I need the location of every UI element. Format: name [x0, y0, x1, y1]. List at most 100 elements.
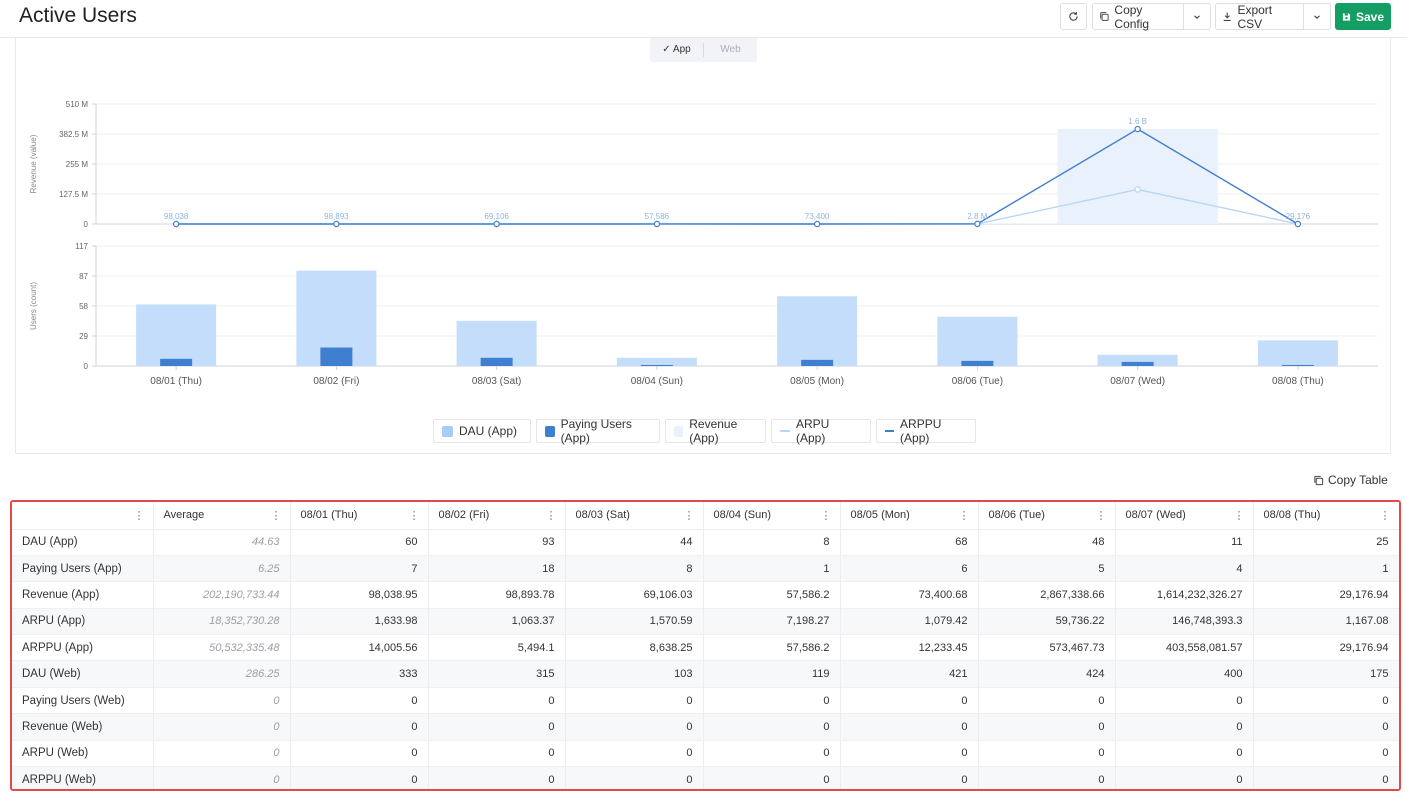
platform-toggle[interactable]: ✓ App Web [650, 38, 757, 62]
column-header-text: 08/05 (Mon) [850, 509, 910, 522]
table-cell: 44 [565, 529, 704, 556]
column-header-date[interactable]: 08/03 (Sat) ⋮ [565, 502, 704, 530]
legend-item-revenue-app[interactable]: Revenue (App) [665, 417, 766, 445]
save-button[interactable]: Save [1335, 3, 1391, 30]
refresh-button[interactable] [1060, 3, 1087, 30]
x-tick-label: 08/06 (Tue) [952, 376, 1003, 387]
column-header-date[interactable]: 08/05 (Mon) ⋮ [840, 502, 979, 530]
copy-table-label: Copy Table [1328, 473, 1388, 487]
table-cell: 4 [1115, 555, 1254, 583]
export-csv-dropdown[interactable] [1303, 3, 1331, 30]
table-cell: 1,063.37 [428, 608, 566, 636]
column-menu-icon[interactable]: ⋮ [684, 509, 695, 522]
arppu-point [493, 220, 500, 228]
column-menu-icon[interactable]: ⋮ [1096, 509, 1107, 522]
column-header-average[interactable]: Average ⋮ [153, 502, 291, 530]
column-header-date[interactable]: 08/02 (Fri) ⋮ [428, 502, 566, 530]
column-header-date[interactable]: 08/08 (Thu) ⋮ [1253, 502, 1399, 530]
legend-item-paying-users-app[interactable]: Paying Users (App) [536, 417, 660, 445]
table-row: DAU (App) 44.63 60 93 44 8 68 48 11 25 [12, 529, 1399, 556]
y-tick-label: 0 [84, 362, 89, 371]
refresh-icon [1069, 12, 1078, 21]
table-row: Revenue (App) 202,190,733.44 98,038.95 98,8… [12, 581, 1399, 609]
data-label: 69,106 [484, 212, 509, 221]
column-menu-icon[interactable]: ⋮ [821, 509, 832, 522]
table-cell: 0 [1253, 687, 1399, 715]
table-row: DAU (Web) 286.25 333 315 103 119 421 424 400 175 [12, 660, 1399, 688]
table-cell: 424 [978, 660, 1116, 688]
table-cell: 0 [978, 740, 1116, 768]
legend-label: ARPU (App) [796, 417, 830, 445]
arppu-point [172, 220, 180, 228]
column-header-date[interactable]: 08/07 (Wed) ⋮ [1115, 502, 1254, 530]
column-header-label[interactable]: ⋮ [12, 502, 154, 530]
column-header-date[interactable]: 08/04 (Sun) ⋮ [703, 502, 841, 530]
arppu-point [1294, 220, 1302, 228]
table-header-row: ⋮ Average ⋮ 08/01 (Thu) ⋮ 08/02 (Fri) ⋮ 08/03 (… [12, 502, 1399, 530]
column-menu-icon[interactable]: ⋮ [959, 509, 970, 522]
copy-config-dropdown[interactable] [1183, 3, 1211, 30]
column-menu-icon[interactable]: ⋮ [1234, 509, 1245, 522]
column-header-text: 08/04 (Sun) [713, 509, 771, 522]
table-row: ARPPU (App) 50,532,335.48 14,005.56 5,494.1… [12, 634, 1399, 662]
arppu-point [974, 220, 981, 228]
column-header-text: 08/01 (Thu) [300, 509, 358, 522]
row-label: ARPPU (Web) [12, 766, 154, 789]
revenue-bar [1057, 129, 1218, 224]
table-cell: 2,867,338.66 [978, 581, 1116, 609]
table-cell: 69,106.03 [565, 581, 704, 609]
table-cell: 57,586.2 [703, 634, 841, 662]
table-cell: 1,570.59 [565, 608, 704, 636]
column-menu-icon[interactable]: ⋮ [409, 509, 420, 522]
legend-line [780, 430, 790, 432]
legend-item-dau-app[interactable]: DAU (App) [433, 419, 531, 443]
table-cell: 1,633.98 [290, 608, 429, 636]
table-cell: 8 [565, 555, 704, 583]
column-header-date[interactable]: 08/06 (Tue) ⋮ [978, 502, 1116, 530]
column-header-text: 08/03 (Sat) [575, 509, 630, 522]
y-tick-label: 0 [84, 220, 89, 229]
column-menu-icon[interactable]: ⋮ [1380, 509, 1391, 522]
y-axis-title: Users (count) [29, 282, 38, 330]
table-cell: 1,614,232,326.27 [1115, 581, 1254, 609]
toggle-web[interactable]: Web [704, 38, 757, 62]
table-cell: 315 [428, 660, 566, 688]
legend-item-arppu-app[interactable]: ARPPU (App) [876, 417, 976, 445]
average-cell: 50,532,335.48 [153, 634, 291, 662]
table-cell: 0 [1115, 687, 1254, 715]
paying-users-bar [320, 347, 353, 366]
toggle-app[interactable]: ✓ App [650, 38, 703, 62]
table-cell: 8 [703, 529, 841, 556]
copy-table-button[interactable]: Copy Table [1313, 472, 1388, 488]
average-cell: 0 [153, 740, 291, 768]
table-cell: 73,400.68 [840, 581, 979, 609]
column-menu-icon[interactable]: ⋮ [271, 509, 282, 522]
export-csv-button[interactable]: Export CSV [1215, 3, 1304, 31]
legend-label: ARPPU (App) [900, 417, 942, 445]
copy-config-button[interactable]: Copy Config [1092, 3, 1184, 31]
table-cell: 421 [840, 660, 979, 688]
table-cell: 333 [290, 660, 429, 688]
table-cell: 0 [428, 766, 566, 789]
column-header-text: Average [163, 509, 205, 522]
row-label: ARPU (Web) [12, 740, 154, 768]
table-cell: 0 [978, 713, 1116, 741]
column-header-text: 08/02 (Fri) [438, 509, 490, 522]
column-menu-icon[interactable]: ⋮ [134, 509, 145, 522]
table-row: ARPU (Web) 0 0 0 0 0 0 0 0 0 [12, 740, 1399, 768]
average-cell: 6.25 [153, 555, 291, 583]
column-menu-icon[interactable]: ⋮ [546, 509, 557, 522]
y-tick-label: 510 M [66, 100, 89, 109]
average-cell: 286.25 [153, 660, 291, 688]
table-cell: 1,167.08 [1253, 608, 1399, 636]
column-header-date[interactable]: 08/01 (Thu) ⋮ [290, 502, 429, 530]
table-cell: 103 [565, 660, 704, 688]
row-label: Revenue (App) [12, 581, 154, 609]
table-cell: 400 [1115, 660, 1254, 688]
average-cell: 44.63 [153, 529, 291, 556]
row-label: ARPU (App) [12, 608, 154, 636]
legend-item-arpu-app[interactable]: ARPU (App) [771, 417, 871, 445]
save-icon [1342, 12, 1351, 21]
dau-bar [136, 304, 217, 366]
table-cell: 25 [1253, 529, 1399, 556]
